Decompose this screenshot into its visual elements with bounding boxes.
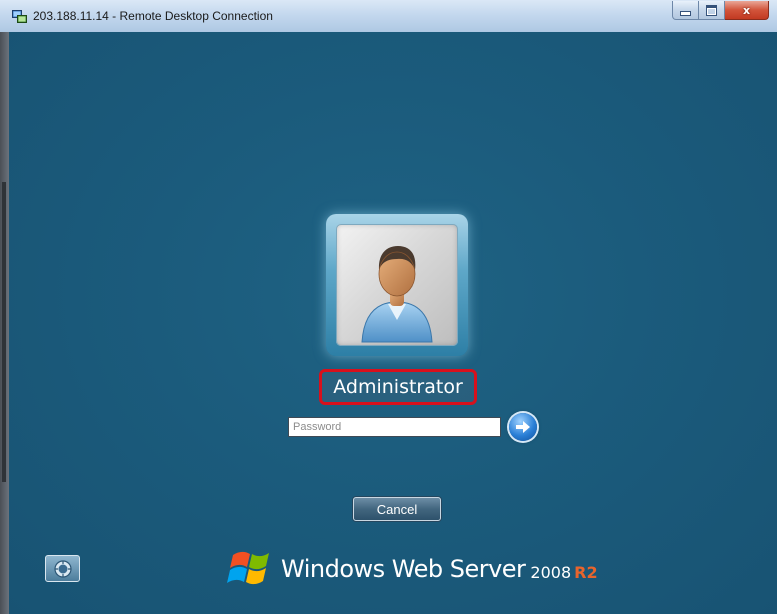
user-avatar-icon	[361, 246, 433, 343]
remote-session-screen: Administrator Cancel Windows Web Server …	[9, 32, 777, 614]
user-tile[interactable]	[326, 214, 468, 356]
windows-flag-icon	[227, 551, 269, 585]
title-bar[interactable]: 203.188.11.14 - Remote Desktop Connectio…	[0, 0, 777, 32]
window-left-edge	[0, 32, 9, 614]
user-picture-frame	[336, 224, 458, 346]
product-year: 2008	[530, 562, 572, 582]
arrow-right-icon	[516, 421, 530, 433]
product-release: R2	[574, 562, 598, 582]
window-title: 203.188.11.14 - Remote Desktop Connectio…	[33, 9, 273, 23]
close-icon: x	[742, 3, 751, 17]
username-highlight: Administrator	[319, 369, 477, 405]
close-button[interactable]: x	[725, 1, 769, 20]
minimize-icon	[680, 10, 691, 16]
maximize-icon	[706, 4, 717, 16]
username-label: Administrator	[333, 376, 463, 398]
windows-branding: Windows Web Server 2008 R2	[227, 544, 598, 594]
remote-desktop-window: 203.188.11.14 - Remote Desktop Connectio…	[0, 0, 777, 614]
product-name: Windows Web Server	[281, 555, 526, 583]
remote-desktop-icon	[12, 10, 27, 23]
minimize-button[interactable]	[672, 1, 699, 20]
maximize-button[interactable]	[699, 1, 725, 20]
ease-of-access-icon	[53, 559, 72, 578]
window-controls: x	[672, 1, 769, 21]
password-input[interactable]	[288, 417, 501, 437]
submit-arrow-button[interactable]	[509, 413, 537, 441]
ease-of-access-button[interactable]	[45, 555, 80, 582]
cancel-button[interactable]: Cancel	[353, 497, 441, 521]
